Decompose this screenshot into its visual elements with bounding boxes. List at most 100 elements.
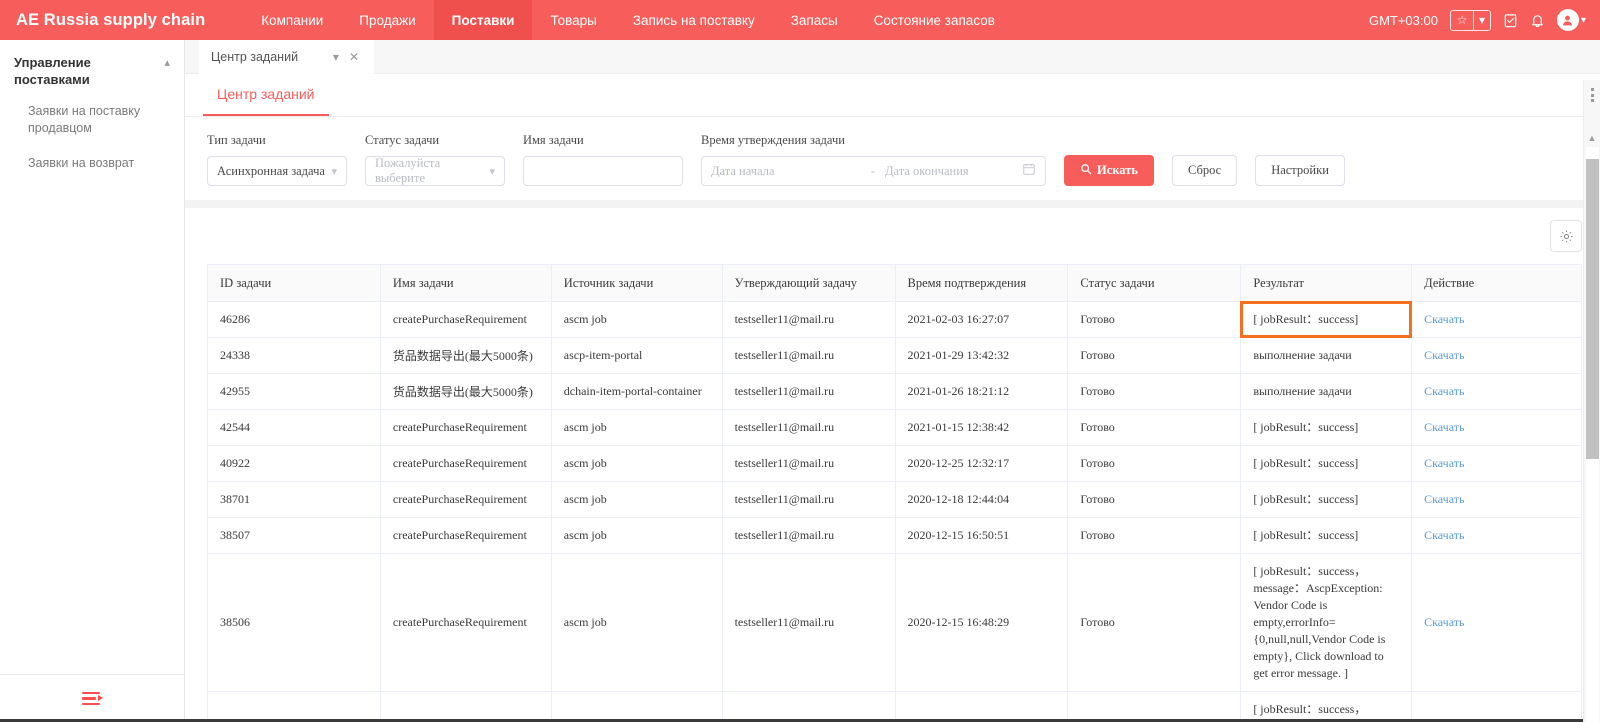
vertical-scrollbar[interactable] <box>1585 147 1599 722</box>
cell-result: [ jobResult：success] <box>1240 445 1413 482</box>
table-row: 40922 createPurchaseRequirement ascm job te… <box>207 445 1582 482</box>
cell-text: 2020-12-15 16:48:29 <box>907 615 1010 629</box>
table-toolbar <box>207 208 1582 264</box>
chevron-down-icon[interactable]: ▾ <box>331 165 337 178</box>
cell-text: testseller11@mail.ru <box>734 456 835 470</box>
avatar[interactable] <box>1556 9 1579 31</box>
cell-status: Готово <box>1067 337 1242 374</box>
nav-item-label: Запасы <box>790 12 838 28</box>
sidebar-item-0[interactable]: Заявки на поставку продавцом <box>0 94 184 146</box>
download-link[interactable]: Скачать <box>1424 615 1464 629</box>
download-link[interactable]: Скачать <box>1424 528 1464 542</box>
user-menu[interactable]: ▾ <box>1556 9 1586 31</box>
sidebar-item-1[interactable]: Заявки на возврат <box>0 146 184 181</box>
more-vertical-icon[interactable] <box>1590 80 1594 110</box>
cell-text: Готово <box>1080 528 1115 542</box>
filter-approve-time-label: Время утверждения задачи <box>701 133 845 147</box>
end-date-input[interactable]: Дата окончания <box>885 164 1022 179</box>
table-row: 24338 货品数据导出(最大5000条) ascp-item-portal test… <box>207 337 1582 374</box>
column-header-1: Имя задачи <box>380 264 552 302</box>
cell-text: выполнение задачи <box>1253 384 1352 398</box>
gear-icon[interactable] <box>1550 220 1582 252</box>
task-type-select[interactable]: Асинхронная задача ▾ <box>207 156 347 186</box>
nav-item-2[interactable]: Поставки <box>433 0 533 40</box>
approve-time-range-picker[interactable]: Дата начала - Дата окончания <box>701 156 1046 186</box>
clipboard-check-icon[interactable] <box>1503 13 1518 28</box>
chevron-up-icon[interactable]: ▴ <box>164 56 170 69</box>
reset-button[interactable]: Сброс <box>1171 155 1238 186</box>
cell-status: Готово <box>1067 409 1242 446</box>
cell-action: Скачать <box>1411 409 1582 446</box>
table-row: [ jobResult：success，message：AscpExceptio… <box>207 691 1582 722</box>
cell-time <box>895 691 1069 722</box>
table-row: 42955 货品数据导出(最大5000条) dchain-item-portal-c… <box>207 373 1582 410</box>
sidebar-group-title: Управление поставками <box>14 55 91 87</box>
nav-item-5[interactable]: Запасы <box>773 0 856 40</box>
download-link[interactable]: Скачать <box>1424 348 1464 362</box>
star-icon[interactable]: ☆ <box>1451 11 1473 30</box>
collapse-sidebar-icon[interactable] <box>82 691 103 706</box>
download-link[interactable]: Скачать <box>1424 492 1464 506</box>
cell-name: 货品数据导出(最大5000条) <box>380 337 552 374</box>
chevron-down-icon[interactable]: ▾ <box>1472 10 1490 30</box>
cell-status: Готово <box>1067 445 1242 482</box>
calendar-icon[interactable] <box>1022 162 1036 180</box>
search-button[interactable]: Искать <box>1064 155 1154 186</box>
chevron-down-icon[interactable]: ▾ <box>328 50 344 64</box>
main-content: Центр заданий ▾ ✕ Центр заданий Тип зада… <box>185 39 1600 722</box>
nav-item-3[interactable]: Товары <box>532 0 614 40</box>
download-link[interactable]: Скачать <box>1424 420 1464 434</box>
right-rail: ▲ <box>1583 80 1600 722</box>
cell-time: 2020-12-18 12:44:04 <box>895 481 1069 518</box>
favorites-control[interactable]: ☆ ▾ <box>1449 9 1491 31</box>
filter-task-type-label: Тип задачи <box>207 133 266 147</box>
nav-item-6[interactable]: Состояние запасов <box>856 0 1013 40</box>
nav-item-1[interactable]: Продажи <box>341 0 433 40</box>
sidebar-group-supply-management[interactable]: Управление поставками ▴ <box>0 40 184 94</box>
download-link[interactable]: Скачать <box>1424 384 1464 398</box>
download-link[interactable]: Скачать <box>1424 456 1464 470</box>
nav-item-0[interactable]: Компании <box>243 0 341 40</box>
cell-id: 40922 <box>207 445 381 482</box>
cell-text: ascm job <box>563 456 607 470</box>
cell-action: Скачать <box>1411 553 1582 692</box>
tasks-table: ID задачи Имя задачи Источник задачи Утверж… <box>207 264 1582 722</box>
cell-status <box>1067 691 1242 722</box>
settings-button[interactable]: Настройки <box>1255 155 1345 186</box>
tab-task-center[interactable]: Центр заданий <box>203 74 329 116</box>
nav-item-label: Продажи <box>359 12 416 28</box>
cell-name: createPurchaseRequirement <box>380 517 552 554</box>
filter-task-type: Тип задачи Асинхронная задача ▾ <box>207 133 347 186</box>
cell-time: 2020-12-25 12:32:17 <box>895 445 1069 482</box>
cell-name: createPurchaseRequirement <box>380 301 552 338</box>
download-link[interactable]: Скачать <box>1424 312 1464 326</box>
settings-button-label: Настройки <box>1271 163 1329 177</box>
cell-name: 货品数据导出(最大5000条) <box>380 373 552 410</box>
cell-id: 46286 <box>207 301 381 338</box>
cell-action <box>1411 691 1582 722</box>
cell-time: 2021-01-29 13:42:32 <box>895 337 1069 374</box>
cell-approver: testseller11@mail.ru <box>722 373 896 410</box>
triangle-up-icon[interactable]: ▲ <box>1588 133 1597 143</box>
cell-source: dchain-item-portal-container <box>551 373 723 410</box>
chevron-down-icon[interactable]: ▾ <box>1581 15 1586 26</box>
task-status-select[interactable]: Пожалуйста выберите ▾ <box>365 156 505 186</box>
task-name-input[interactable] <box>523 156 683 186</box>
cell-time: 2021-01-15 12:38:42 <box>895 409 1069 446</box>
cell-time: 2020-12-15 16:48:29 <box>895 553 1069 692</box>
scrollbar-thumb[interactable] <box>1585 159 1599 459</box>
nav-item-4[interactable]: Запись на поставку <box>615 0 773 40</box>
cell-text: testseller11@mail.ru <box>734 420 835 434</box>
chevron-down-icon[interactable]: ▾ <box>489 165 495 178</box>
date-range-separator: - <box>870 163 876 178</box>
close-icon[interactable]: ✕ <box>344 50 364 64</box>
cell-id <box>207 691 381 722</box>
cell-id: 38506 <box>207 553 381 692</box>
start-date-input[interactable]: Дата начала <box>711 164 861 179</box>
bell-icon[interactable] <box>1530 13 1545 28</box>
cell-text: testseller11@mail.ru <box>734 384 835 398</box>
window-tab-task-center[interactable]: Центр заданий ▾ ✕ <box>199 39 374 74</box>
cell-text: ascp-item-portal <box>563 348 643 362</box>
main-nav: Компании Продажи Поставки Товары Запись на п… <box>243 0 1013 40</box>
column-header-5: Статус задачи <box>1067 264 1242 302</box>
